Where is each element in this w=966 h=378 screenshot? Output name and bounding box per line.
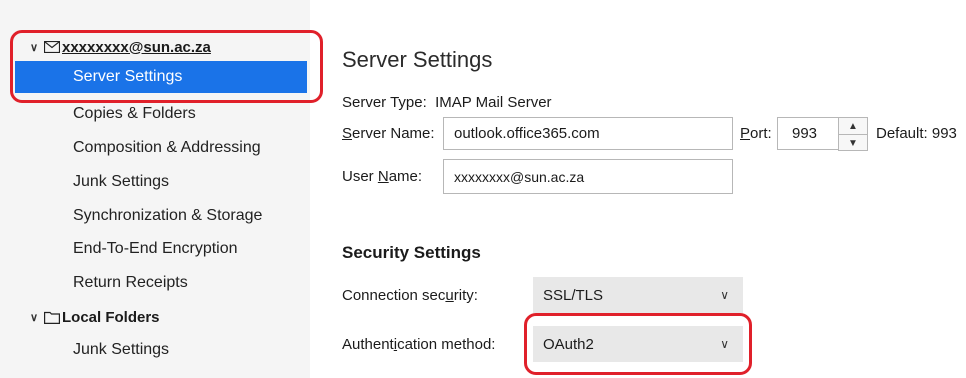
port-field[interactable]: 993 [777, 117, 839, 150]
sidebar-item-label: Synchronization & Storage [73, 207, 263, 224]
port-accesskey: P [740, 125, 751, 142]
port-label: Port: [740, 125, 772, 142]
server-name-value: outlook.office365.com [454, 125, 600, 142]
user-name-field[interactable]: xxxxxxxx@sun.ac.za [443, 159, 733, 194]
authentication-method-value: OAuth2 [543, 335, 594, 353]
sidebar-item-label: End-To-End Encryption [73, 240, 238, 257]
connection-security-label: Connection security: [342, 287, 478, 304]
chevron-down-icon: ∨ [720, 288, 729, 302]
sidebar-item-return-receipts[interactable]: Return Receipts [15, 267, 307, 299]
authentication-method-label: Authentication method: [342, 336, 495, 353]
chevron-down-icon[interactable]: ∨ [30, 41, 44, 54]
conn-sec-label-pre: Connection sec [342, 287, 446, 304]
server-name-field[interactable]: outlook.office365.com [443, 117, 733, 150]
folder-icon [44, 311, 60, 324]
chevron-down-icon: ∨ [720, 337, 729, 351]
security-settings-heading: Security Settings [342, 243, 481, 262]
page-title: Server Settings [342, 47, 493, 72]
auth-label-post: cation method: [397, 336, 496, 353]
user-name-accesskey: N [377, 168, 389, 185]
account-sidebar: ∨ xxxxxxxx@sun.ac.za Server Settings Cop… [0, 0, 310, 378]
server-type-value: IMAP Mail Server [435, 94, 552, 111]
connection-security-select[interactable]: SSL/TLS ∨ [533, 277, 743, 313]
sidebar-item-label: Return Receipts [73, 274, 188, 291]
port-value: 993 [792, 125, 818, 142]
auth-label-pre: Authent [342, 336, 394, 353]
sidebar-item-label: Server Settings [73, 68, 183, 85]
connection-security-value: SSL/TLS [543, 286, 604, 304]
sidebar-item-label: Junk Settings [73, 173, 170, 190]
user-name-label-post: ame: [388, 168, 423, 185]
server-name-label: Server Name: [342, 125, 435, 142]
server-name-label-text: erver Name: [352, 125, 435, 142]
stepper-down-icon[interactable]: ▼ [839, 135, 867, 151]
envelope-icon [44, 41, 60, 53]
server-name-accesskey: S [342, 125, 353, 142]
account-email-label: xxxxxxxx@sun.ac.za [62, 38, 211, 56]
account-tree-node[interactable]: ∨ xxxxxxxx@sun.ac.za [30, 36, 211, 58]
user-name-label-pre: User [342, 168, 378, 185]
sidebar-item-synchronization-storage[interactable]: Synchronization & Storage [15, 200, 307, 232]
local-folders-tree-node[interactable]: ∨ Local Folders [30, 305, 160, 329]
sidebar-item-server-settings[interactable]: Server Settings [15, 61, 307, 93]
port-stepper[interactable]: ▲ ▼ [838, 117, 868, 151]
server-type-caption: Server Type: [342, 94, 427, 111]
sidebar-item-copies-folders[interactable]: Copies & Folders [15, 98, 307, 130]
port-label-text: ort: [750, 125, 772, 142]
sidebar-item-end-to-end-encryption[interactable]: End-To-End Encryption [15, 233, 307, 265]
chevron-down-icon[interactable]: ∨ [30, 311, 44, 324]
sidebar-item-junk-settings[interactable]: Junk Settings [15, 166, 307, 198]
conn-sec-accesskey: u [445, 287, 454, 304]
sidebar-item-label: Composition & Addressing [73, 139, 261, 156]
sidebar-item-local-junk-settings[interactable]: Junk Settings [15, 334, 307, 366]
user-name-value: xxxxxxxx@sun.ac.za [454, 168, 585, 185]
stepper-up-icon[interactable]: ▲ [839, 118, 867, 135]
port-default-text: Default: 993 [876, 125, 957, 142]
sidebar-item-composition-addressing[interactable]: Composition & Addressing [15, 132, 307, 164]
user-name-label: User Name: [342, 168, 422, 185]
server-type-label: Server Type: IMAP Mail Server [342, 94, 552, 111]
local-folders-label: Local Folders [62, 308, 160, 326]
sidebar-item-label: Copies & Folders [73, 105, 196, 122]
conn-sec-label-post: rity: [453, 287, 478, 304]
authentication-method-select[interactable]: OAuth2 ∨ [533, 326, 743, 362]
sidebar-item-label: Junk Settings [73, 341, 170, 358]
